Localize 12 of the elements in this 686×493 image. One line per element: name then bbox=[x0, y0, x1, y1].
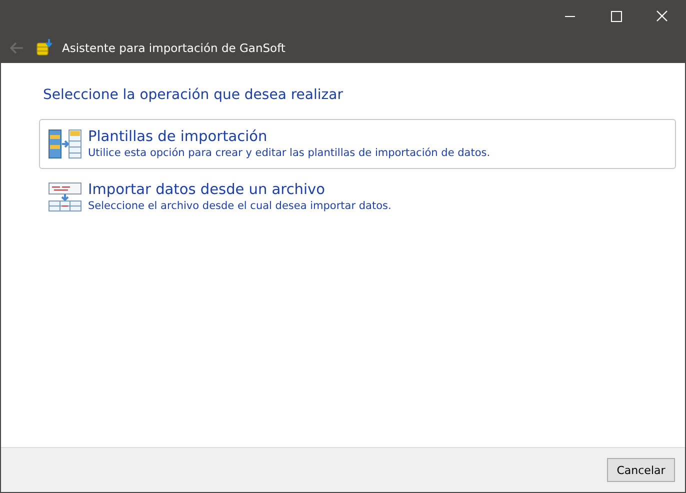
option-description: Utilice esta opción para crear y editar las plantillas de importación de datos. bbox=[88, 146, 490, 160]
option-title: Importar datos desde un archivo bbox=[88, 181, 326, 199]
file-import-icon bbox=[48, 182, 82, 212]
cancel-button[interactable]: Cancelar bbox=[607, 458, 675, 482]
page-heading: Seleccione la operación que desea realizar bbox=[43, 87, 344, 103]
database-icon bbox=[36, 39, 54, 56]
option-item[interactable]: Importar datos desde un archivo Seleccione el archivo desde el cual desea importar datos. bbox=[39, 172, 676, 222]
template-table-icon bbox=[48, 129, 82, 159]
option-title: Plantillas de importación bbox=[88, 128, 268, 146]
option-description: Seleccione el archivo desde el cual desea importar datos. bbox=[88, 199, 392, 213]
option-item[interactable]: Plantillas de importación Utilice esta opción para crear y editar las plantillas de importación de datos. bbox=[39, 119, 676, 169]
window-title: Asistente para importación de GanSoft bbox=[62, 40, 286, 54]
